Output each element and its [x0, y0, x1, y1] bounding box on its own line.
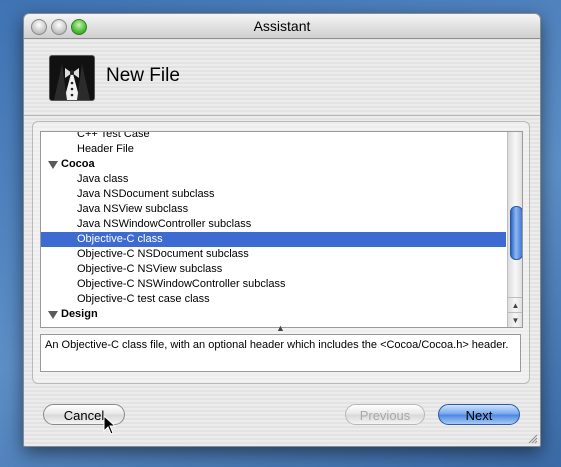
- list-item[interactable]: C++ Test Case: [41, 131, 506, 142]
- disclosure-triangle-icon[interactable]: [48, 161, 58, 169]
- list-scrollbar[interactable]: ▲ ▼: [507, 132, 522, 327]
- list-item-label: Objective-C NSWindowController subclass: [77, 278, 286, 290]
- mouse-pointer-icon: [103, 415, 117, 435]
- list-item-label: Objective-C class: [77, 233, 163, 245]
- template-list[interactable]: Design Objective-C test case class Objecti…: [40, 131, 523, 328]
- next-button[interactable]: Next: [438, 404, 520, 425]
- list-item[interactable]: Objective-C NSDocument subclass: [41, 247, 506, 262]
- list-item-label: Java NSWindowController subclass: [77, 218, 252, 230]
- list-item[interactable]: Java NSDocument subclass: [41, 187, 506, 202]
- list-item[interactable]: Java class: [41, 172, 506, 187]
- list-item[interactable]: Objective-C class: [41, 232, 506, 247]
- assistant-window: Assistant New File Design Objective-C tes…: [23, 13, 541, 447]
- list-item[interactable]: Header File: [41, 142, 506, 157]
- list-item-label: C++ Test Case: [77, 131, 150, 140]
- window-title: Assistant: [253, 18, 311, 34]
- list-item-label: Objective-C NSView subclass: [77, 263, 223, 275]
- list-group-header[interactable]: Cocoa: [41, 157, 506, 172]
- list-item[interactable]: Java NSView subclass: [41, 202, 506, 217]
- list-item[interactable]: Java NSWindowController subclass: [41, 217, 506, 232]
- scroll-thumb[interactable]: [510, 206, 522, 260]
- list-item-label: Design: [61, 308, 98, 320]
- scroll-up-arrow-icon[interactable]: ▲: [508, 297, 522, 313]
- list-item-label: Objective-C test case class: [77, 293, 210, 305]
- list-group-header[interactable]: Design: [41, 307, 506, 322]
- list-item[interactable]: Objective-C test case class: [41, 292, 506, 307]
- template-description: An Objective-C class file, with an optio…: [40, 334, 521, 372]
- list-item-label: Java NSView subclass: [77, 203, 189, 215]
- list-item-label: Objective-C NSDocument subclass: [77, 248, 249, 260]
- scroll-down-arrow-icon[interactable]: ▼: [508, 312, 522, 327]
- header-divider: [24, 115, 540, 116]
- list-item-label: Header File: [77, 143, 134, 155]
- page-title: New File: [106, 65, 180, 86]
- resize-grip-icon[interactable]: [526, 432, 538, 444]
- previous-button[interactable]: Previous: [345, 404, 425, 425]
- list-item[interactable]: Objective-C NSWindowController subclass: [41, 277, 506, 292]
- list-item-label: Cocoa: [61, 158, 95, 170]
- splitter-handle-icon[interactable]: ▲: [276, 323, 285, 333]
- list-item-label: Java NSDocument subclass: [77, 188, 215, 200]
- list-item-label: Java class: [77, 173, 129, 185]
- butler-icon: [49, 55, 95, 101]
- title-bar[interactable]: Assistant: [24, 14, 540, 39]
- disclosure-triangle-icon[interactable]: [48, 311, 58, 319]
- list-item[interactable]: Objective-C NSView subclass: [41, 262, 506, 277]
